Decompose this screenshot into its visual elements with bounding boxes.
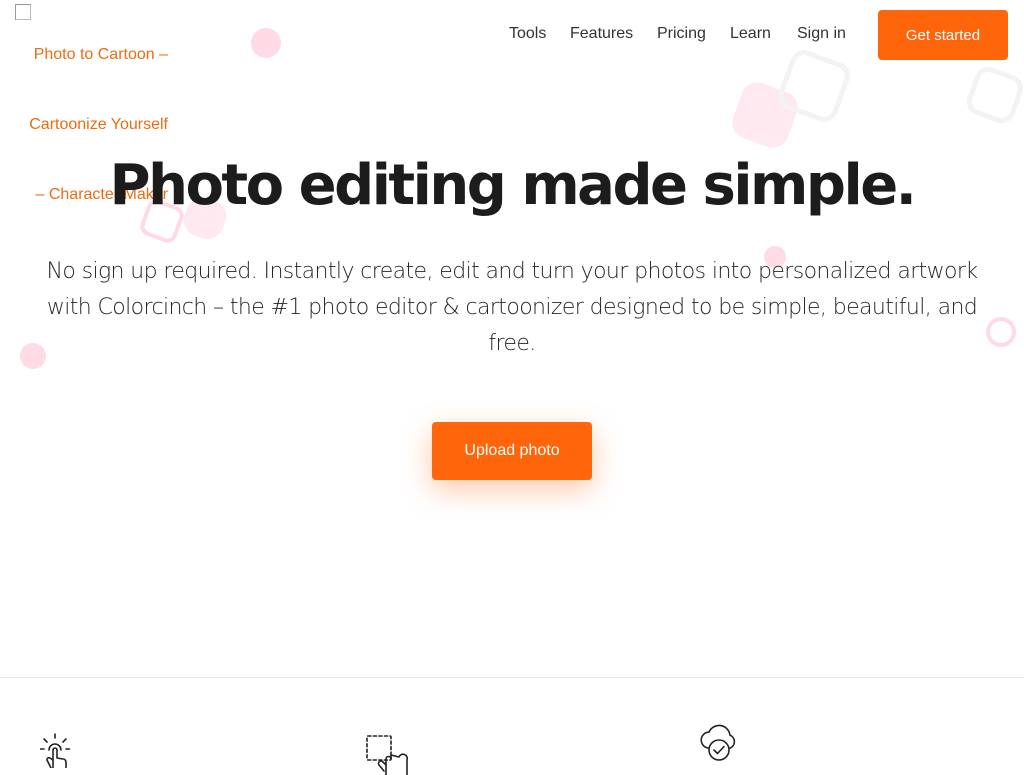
decor-square xyxy=(727,77,803,153)
section-divider xyxy=(0,677,1024,678)
decor-square-outline xyxy=(962,62,1024,128)
touch-sparkle-icon xyxy=(40,733,71,768)
nav-learn[interactable]: Learn xyxy=(730,24,771,44)
select-drag-icon xyxy=(366,735,409,775)
nav-tools[interactable]: Tools xyxy=(509,24,546,44)
upload-photo-button[interactable]: Upload photo xyxy=(432,422,592,480)
decor-ring xyxy=(986,317,1016,347)
nav-sign-in[interactable]: Sign in xyxy=(797,24,846,44)
hero-subtitle: No sign up required. Instantly create, e… xyxy=(46,259,978,356)
nav-features[interactable]: Features xyxy=(570,24,633,44)
nav-pricing[interactable]: Pricing xyxy=(657,24,706,44)
top-nav: Tools Features Pricing Learn Sign in Get… xyxy=(0,0,1024,70)
cloud-check-icon xyxy=(700,724,736,761)
hero-title: Photo editing made simple. xyxy=(109,153,917,218)
get-started-button[interactable]: Get started xyxy=(878,10,1008,60)
